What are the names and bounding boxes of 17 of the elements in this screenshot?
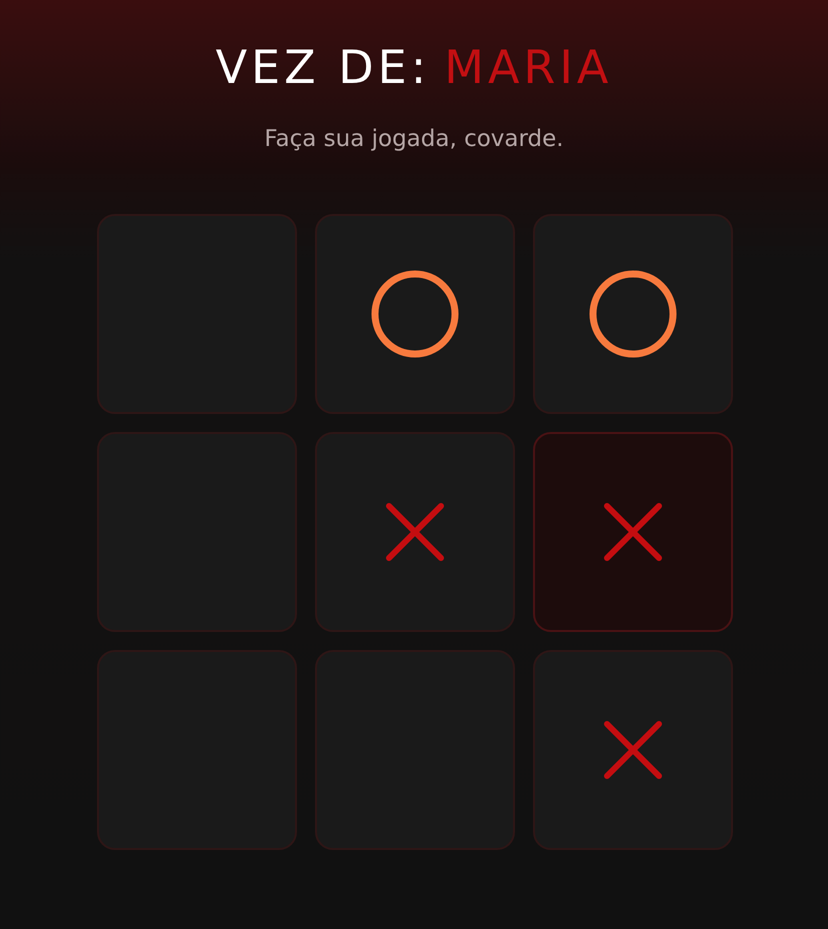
- circle-mark-icon: [370, 269, 460, 359]
- board-cell[interactable]: [314, 650, 514, 850]
- board-cell[interactable]: [96, 432, 296, 632]
- cross-mark-icon: [602, 720, 662, 780]
- turn-label: VEZ DE:: [216, 39, 430, 96]
- board-cell[interactable]: [532, 214, 732, 414]
- board-cell[interactable]: [532, 650, 732, 850]
- board-cell[interactable]: [314, 432, 514, 632]
- board-cell[interactable]: [314, 214, 514, 414]
- cross-mark-icon: [602, 502, 662, 562]
- board-cell[interactable]: [96, 214, 296, 414]
- cross-mark-icon: [384, 502, 444, 562]
- subtitle: Faça sua jogada, covarde.: [264, 125, 564, 154]
- board-cell[interactable]: [96, 650, 296, 850]
- circle-mark-icon: [588, 269, 678, 359]
- player-name: MARIA: [444, 39, 612, 96]
- board-cell[interactable]: [532, 432, 732, 632]
